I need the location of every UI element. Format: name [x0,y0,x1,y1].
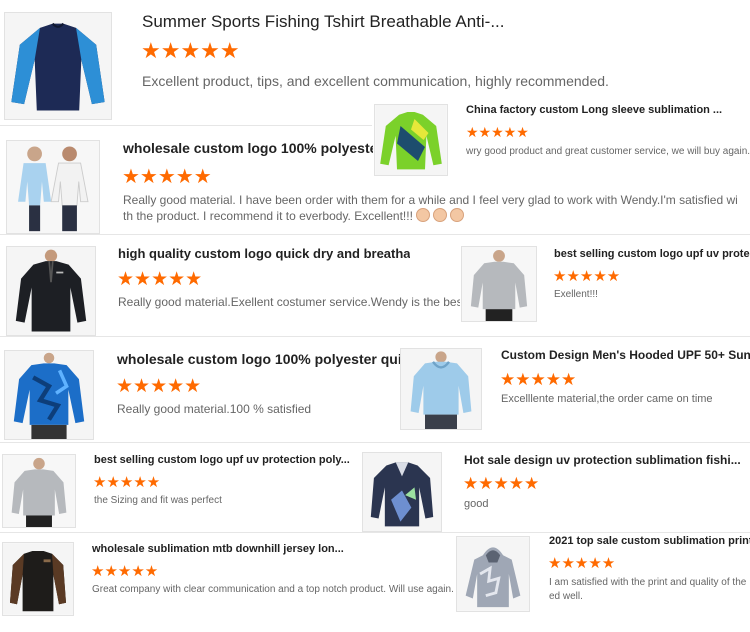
review-product-title[interactable]: Summer Sports Fishing Tshirt Breathable … [142,12,542,32]
review-comment: Great company with clear communication a… [92,584,454,595]
review-product-title[interactable]: 2021 top sale custom sublimation print [549,535,750,547]
review-comment: Excelllente material,the order came on t… [501,393,713,405]
rating-stars: ★★★★★ [466,124,529,140]
divider [0,336,750,337]
clapping-hands-icon [449,208,464,222]
divider [0,442,750,443]
review-comment-text: Really good material. I have been order … [123,193,738,223]
rating-stars: ★★★★★ [553,268,621,285]
rating-stars: ★★★★★ [93,474,161,491]
review-comment: Really good material.Exellent costumer s… [118,295,460,309]
rating-stars: ★★★★★ [117,269,203,290]
rating-stars: ★★★★★ [463,474,540,493]
product-image-grey-shirt[interactable] [461,246,537,322]
review-comment: wry good product and great customer serv… [466,146,750,157]
divider [0,532,750,533]
product-image-navy-polo[interactable] [362,452,442,532]
review-product-title[interactable]: wholesale sublimation mtb downhill jerse… [92,543,352,555]
review-product-title[interactable]: China factory custom Long sleeve sublima… [466,104,750,116]
product-image-grey-camo-hoodie[interactable] [456,536,530,612]
review-comment: Really good material.100 % satisfied [117,402,312,416]
product-image-blue-hoodie[interactable] [400,348,482,430]
product-image-two-models[interactable] [6,140,100,234]
product-image-navy-shirt[interactable] [4,12,112,120]
rating-stars: ★★★★★ [548,555,616,572]
product-image-black-jersey[interactable] [2,542,74,616]
review-product-title[interactable]: Custom Design Men's Hooded UPF 50+ Sun P [501,348,750,362]
clapping-hands-icon [415,208,430,222]
review-product-title[interactable]: Hot sale design uv protection sublimatio… [464,453,744,467]
review-comment: I am satisfied with the print and qualit… [549,577,747,602]
review-product-title[interactable]: wholesale custom logo 100% polyester [123,140,373,156]
rating-stars: ★★★★★ [122,166,212,188]
rating-stars: ★★★★★ [500,370,577,389]
rating-stars: ★★★★★ [91,563,159,580]
review-product-title[interactable]: wholesale custom logo 100% polyester qui… [117,351,400,367]
product-image-green-shirt[interactable] [374,104,448,176]
review-comment: good [464,498,489,510]
review-product-title[interactable]: high quality custom logo quick dry and b… [118,246,410,261]
divider [0,234,750,235]
review-product-title[interactable]: best selling custom logo upf uv protect [554,248,750,260]
clapping-hands-icon [432,208,447,222]
product-image-blue-camo-shirt[interactable] [4,350,94,440]
review-comment: Excellent product, tips, and excellent c… [142,73,609,89]
review-comment: the Sizing and fit was perfect [94,495,222,506]
review-comment: Exellent!!! [554,289,598,300]
rating-stars: ★★★★★ [141,38,240,63]
product-image-grey-shirt[interactable] [2,454,76,528]
review-comment: Really good material. I have been order … [123,192,741,224]
rating-stars: ★★★★★ [116,376,202,397]
product-image-black-shirt[interactable] [6,246,96,336]
divider [0,125,372,126]
review-product-title[interactable]: best selling custom logo upf uv protecti… [94,454,350,466]
